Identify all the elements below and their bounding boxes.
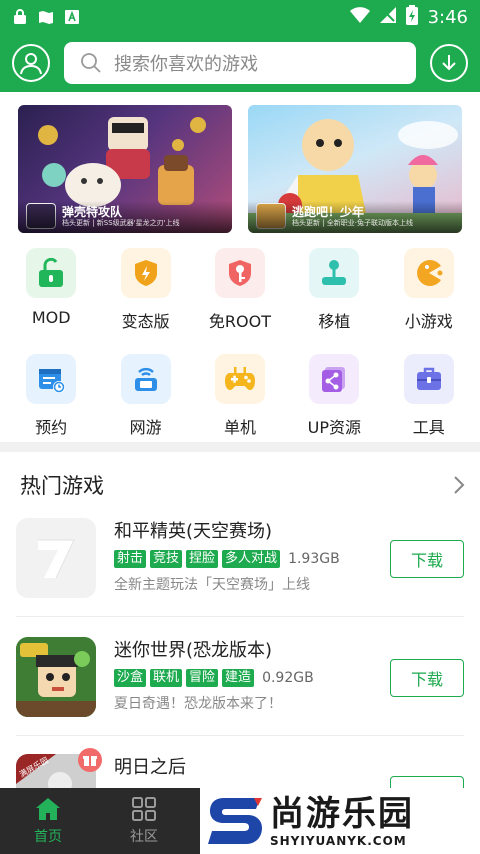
- joystick-icon: [309, 248, 360, 298]
- section-divider: [0, 442, 480, 452]
- key-shield-icon: [214, 248, 265, 298]
- category-mini-games[interactable]: 小游戏: [393, 248, 465, 332]
- pacman-icon: [403, 248, 454, 298]
- category-online-games[interactable]: 网游: [110, 354, 182, 438]
- status-notification-icons: [12, 9, 80, 25]
- category-label: 变态版: [121, 312, 170, 331]
- category-label: UP资源: [307, 418, 362, 437]
- banner-title: 逃跑吧！少年: [292, 205, 365, 219]
- share-icon: [309, 354, 360, 404]
- category-label: 网游: [129, 418, 162, 437]
- banner-caption: 逃跑吧！少年 档头更新 | 全新职业·兔子联动版本上线: [248, 201, 462, 233]
- category-up-resources[interactable]: UP资源: [298, 354, 370, 438]
- battery-icon: [405, 4, 418, 30]
- download-button[interactable]: 下载: [390, 540, 464, 578]
- chevron-right-icon: [454, 476, 465, 494]
- status-time: 3:46: [427, 6, 468, 28]
- network-device-icon: [120, 354, 171, 404]
- hot-games-header[interactable]: 热门游戏: [20, 468, 466, 502]
- signal-icon: [379, 6, 396, 28]
- category-label: 工具: [412, 418, 445, 437]
- category-label: 移植: [318, 312, 351, 331]
- section-title: 热门游戏: [20, 474, 104, 498]
- category-tools[interactable]: 工具: [393, 354, 465, 438]
- list-divider: [16, 616, 464, 617]
- download-manager-button[interactable]: [430, 44, 468, 82]
- category-mod[interactable]: MOD: [15, 248, 87, 332]
- gamepad-icon: [214, 354, 265, 404]
- banner-card[interactable]: 逃跑吧！少年 档头更新 | 全新职业·兔子联动版本上线: [248, 105, 462, 233]
- game-icon: [16, 637, 96, 717]
- toolbox-icon: [403, 354, 454, 404]
- home-icon: [36, 798, 60, 820]
- game-tag: 冒险: [186, 669, 219, 687]
- font-icon: [64, 9, 80, 25]
- list-divider: [16, 735, 464, 736]
- gift-icon[interactable]: [78, 748, 102, 772]
- lock-icon: [12, 9, 28, 25]
- banner-title: 弹壳特攻队: [62, 205, 123, 219]
- banner-subtitle: 档头更新 | 全新职业·兔子联动版本上线: [292, 219, 414, 227]
- category-reserve[interactable]: 预约: [15, 354, 87, 438]
- watermark-url: SHYIYUANYK.COM: [270, 834, 407, 848]
- banner-carousel: 弹壳特攻队 档头更新 | 新SS级武器'星龙之刃'上线 逃跑吧！少年 档头更新 …: [18, 105, 462, 233]
- status-bar: 3:46: [0, 0, 480, 34]
- status-system-icons: 3:46: [349, 4, 468, 30]
- game-list-item[interactable]: 迷你世界(恐龙版本) 沙盒 联机 冒险 建造 0.92GB 夏日奇遇！恐龙版本来…: [16, 637, 466, 737]
- game-tag: 捏脸: [186, 550, 219, 568]
- banner-subtitle: 档头更新 | 新SS级武器'星龙之刃'上线: [62, 219, 180, 227]
- game-size: 1.93GB: [288, 551, 340, 567]
- search-icon: [81, 53, 101, 73]
- user-icon: [20, 53, 42, 75]
- game-tag: 沙盒: [114, 669, 147, 687]
- site-watermark: 尚游乐园 SHYIYUANYK.COM: [200, 788, 480, 854]
- download-button[interactable]: 下载: [390, 659, 464, 697]
- nav-label: 首页: [34, 829, 62, 845]
- lock-open-icon: [26, 248, 77, 298]
- category-modded[interactable]: 变态版: [110, 248, 182, 332]
- category-label: 预约: [35, 418, 68, 437]
- shield-bolt-icon: [120, 248, 171, 298]
- calendar-clock-icon: [26, 354, 77, 404]
- nav-community[interactable]: 社区: [96, 788, 192, 854]
- game-tag: 竞技: [150, 550, 183, 568]
- watermark-name: 尚游乐园: [270, 794, 414, 834]
- game-tag: 多人对战: [222, 550, 281, 568]
- game-size: 0.92GB: [262, 670, 314, 686]
- category-label: 小游戏: [404, 312, 453, 331]
- category-grid: MOD 变态版 免ROOT 移植 小游戏 预约 网游 单机 UP资源 工具: [0, 248, 480, 438]
- grid-icon: [132, 797, 156, 821]
- download-icon: [442, 55, 456, 71]
- bottom-navigation: 首页 社区: [0, 788, 200, 854]
- category-label: MOD: [31, 308, 71, 327]
- profile-button[interactable]: [12, 44, 50, 82]
- banner-card[interactable]: 弹壳特攻队 档头更新 | 新SS级武器'星龙之刃'上线: [18, 105, 232, 233]
- category-label: 单机: [223, 418, 256, 437]
- watermark-logo-icon: [200, 788, 270, 854]
- category-single-player[interactable]: 单机: [204, 354, 276, 438]
- search-input[interactable]: 搜索你喜欢的游戏: [64, 42, 416, 84]
- nav-home[interactable]: 首页: [0, 788, 96, 854]
- banner-caption: 弹壳特攻队 档头更新 | 新SS级武器'星龙之刃'上线: [18, 201, 232, 233]
- top-header: 搜索你喜欢的游戏: [0, 34, 480, 92]
- map-icon: [38, 9, 54, 25]
- category-no-root[interactable]: 免ROOT: [204, 248, 276, 332]
- game-tag: 射击: [114, 550, 147, 568]
- game-icon: [16, 518, 96, 598]
- nav-label: 社区: [130, 829, 158, 845]
- game-tag: 建造: [222, 669, 255, 687]
- search-placeholder: 搜索你喜欢的游戏: [114, 54, 258, 75]
- category-ported[interactable]: 移植: [298, 248, 370, 332]
- category-label: 免ROOT: [208, 312, 272, 331]
- game-list-item[interactable]: 和平精英(天空赛场) 射击 竞技 捏脸 多人对战 1.93GB 全新主题玩法「天…: [16, 518, 466, 618]
- wifi-icon: [349, 6, 370, 28]
- game-tag: 联机: [150, 669, 183, 687]
